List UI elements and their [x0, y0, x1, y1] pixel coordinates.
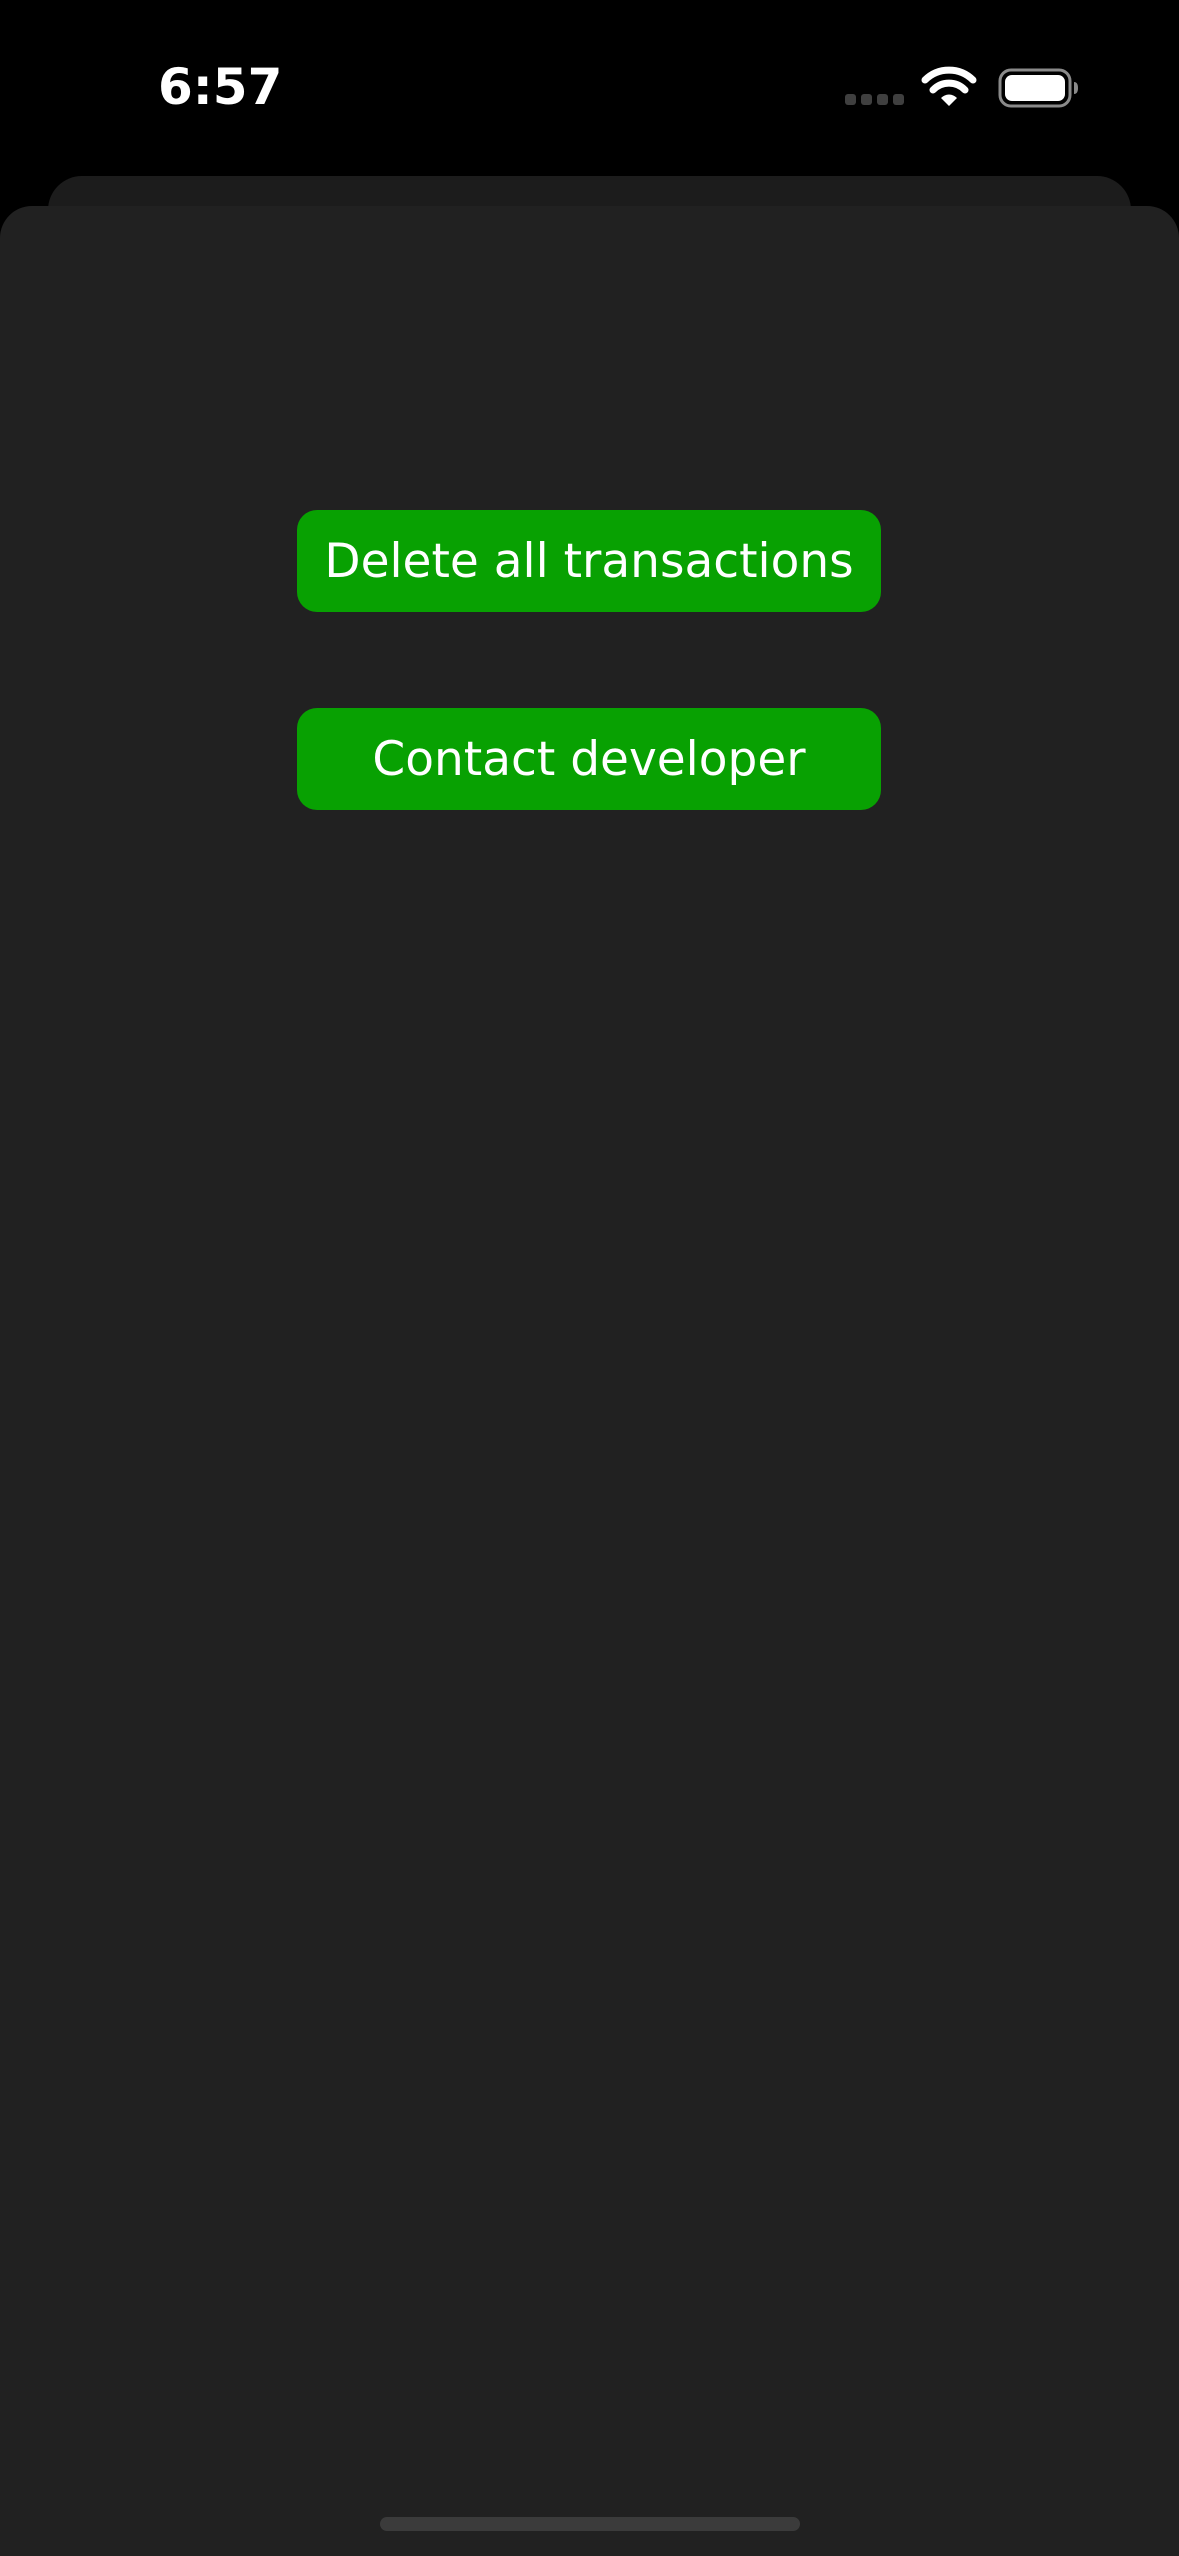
delete-all-transactions-button[interactable]: Delete all transactions: [297, 510, 881, 612]
signal-dots-icon: [845, 94, 905, 108]
contact-developer-button[interactable]: Contact developer: [297, 708, 881, 810]
battery-icon: [998, 68, 1078, 108]
status-time: 6:57: [158, 58, 283, 116]
settings-sheet: Delete all transactions Contact develope…: [0, 206, 1179, 2556]
wifi-icon: [921, 66, 977, 106]
app-screen: 6:57 Delete all transactions Contact dev…: [0, 0, 1179, 2556]
home-indicator[interactable]: [380, 2517, 800, 2531]
